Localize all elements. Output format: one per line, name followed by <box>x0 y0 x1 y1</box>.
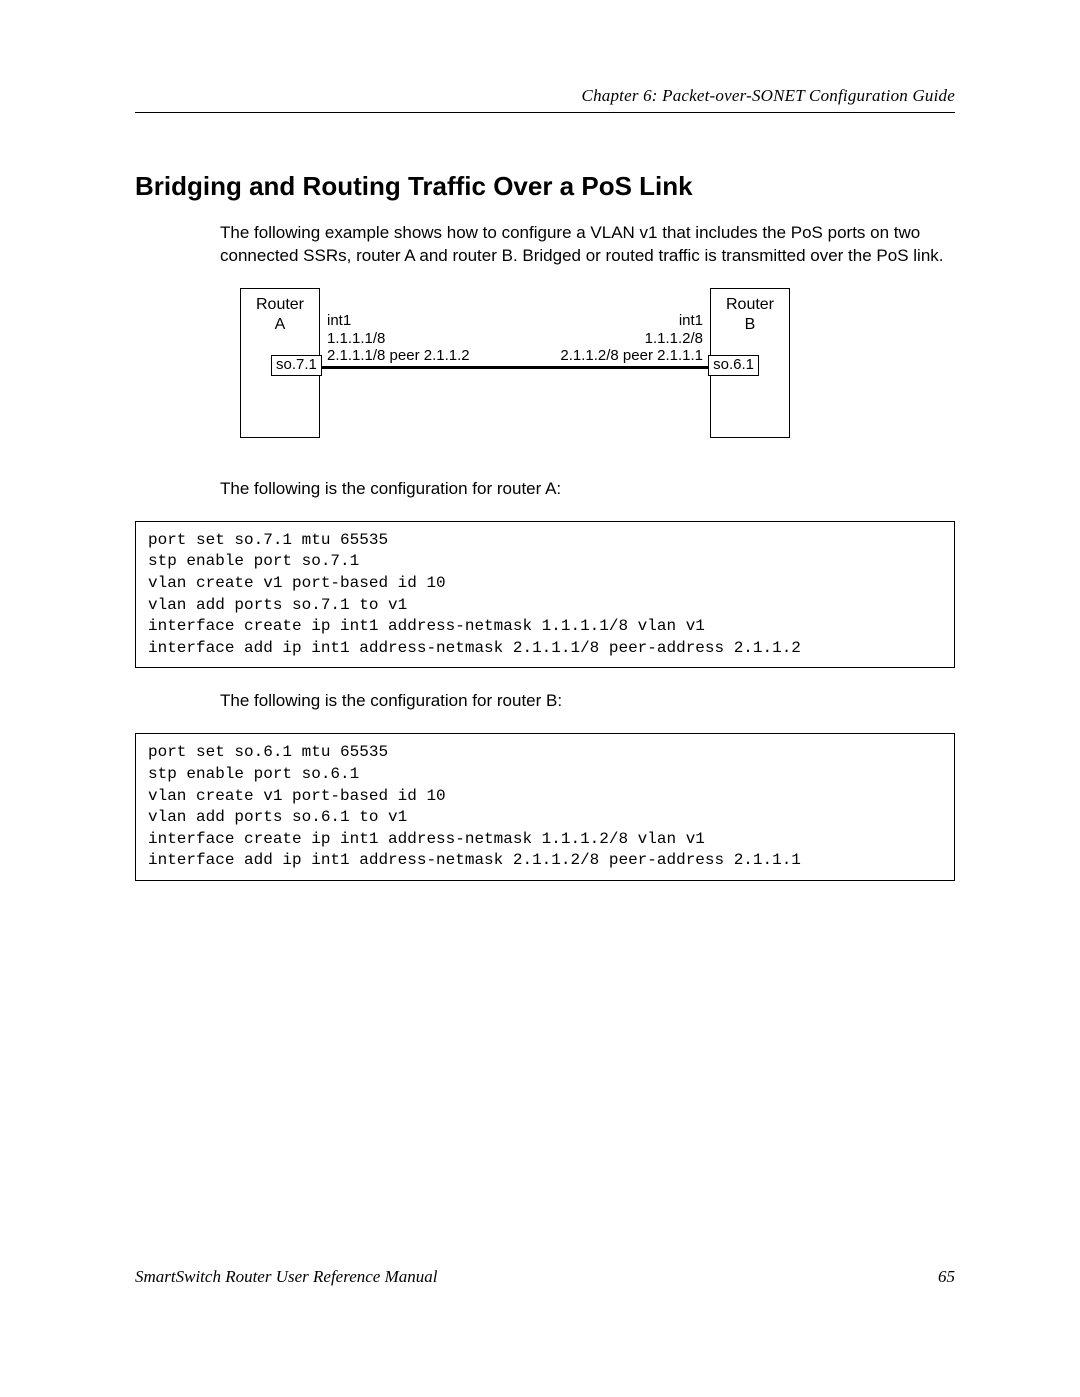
page-footer: SmartSwitch Router User Reference Manual… <box>135 1267 955 1287</box>
router-a-config-code: port set so.7.1 mtu 65535 stp enable por… <box>135 521 955 669</box>
right-int: int1 <box>645 312 703 330</box>
pos-link-line <box>321 366 709 369</box>
router-a-port-label: so.7.1 <box>271 355 322 376</box>
running-head: Chapter 6: Packet-over-SONET Configurati… <box>135 86 955 106</box>
config-a-caption: The following is the configuration for r… <box>220 478 955 501</box>
left-addr: 1.1.1.1/8 <box>327 330 385 348</box>
router-b-port-label: so.6.1 <box>708 355 759 376</box>
intro-paragraph: The following example shows how to confi… <box>220 222 955 268</box>
page: Chapter 6: Packet-over-SONET Configurati… <box>0 0 1080 1397</box>
left-interface-labels: int1 1.1.1.1/8 <box>327 312 385 348</box>
router-b-id: B <box>711 315 789 335</box>
router-b-name: Router <box>711 295 789 315</box>
header-rule <box>135 112 955 113</box>
footer-manual-title: SmartSwitch Router User Reference Manual <box>135 1267 437 1287</box>
left-peer-label: 2.1.1.1/8 peer 2.1.1.2 <box>327 347 470 365</box>
right-peer-label: 2.1.1.2/8 peer 2.1.1.1 <box>560 347 703 365</box>
left-int: int1 <box>327 312 385 330</box>
section-title: Bridging and Routing Traffic Over a PoS … <box>135 171 955 202</box>
router-a-id: A <box>241 315 319 335</box>
pos-link-diagram: Router A so.7.1 Router B so.6.1 int1 1.1… <box>235 288 795 448</box>
footer-page-number: 65 <box>938 1267 955 1287</box>
router-b-config-code: port set so.6.1 mtu 65535 stp enable por… <box>135 733 955 881</box>
config-b-caption: The following is the configuration for r… <box>220 690 955 713</box>
right-addr: 1.1.1.2/8 <box>645 330 703 348</box>
right-interface-labels: int1 1.1.1.2/8 <box>645 312 703 348</box>
router-a-name: Router <box>241 295 319 315</box>
